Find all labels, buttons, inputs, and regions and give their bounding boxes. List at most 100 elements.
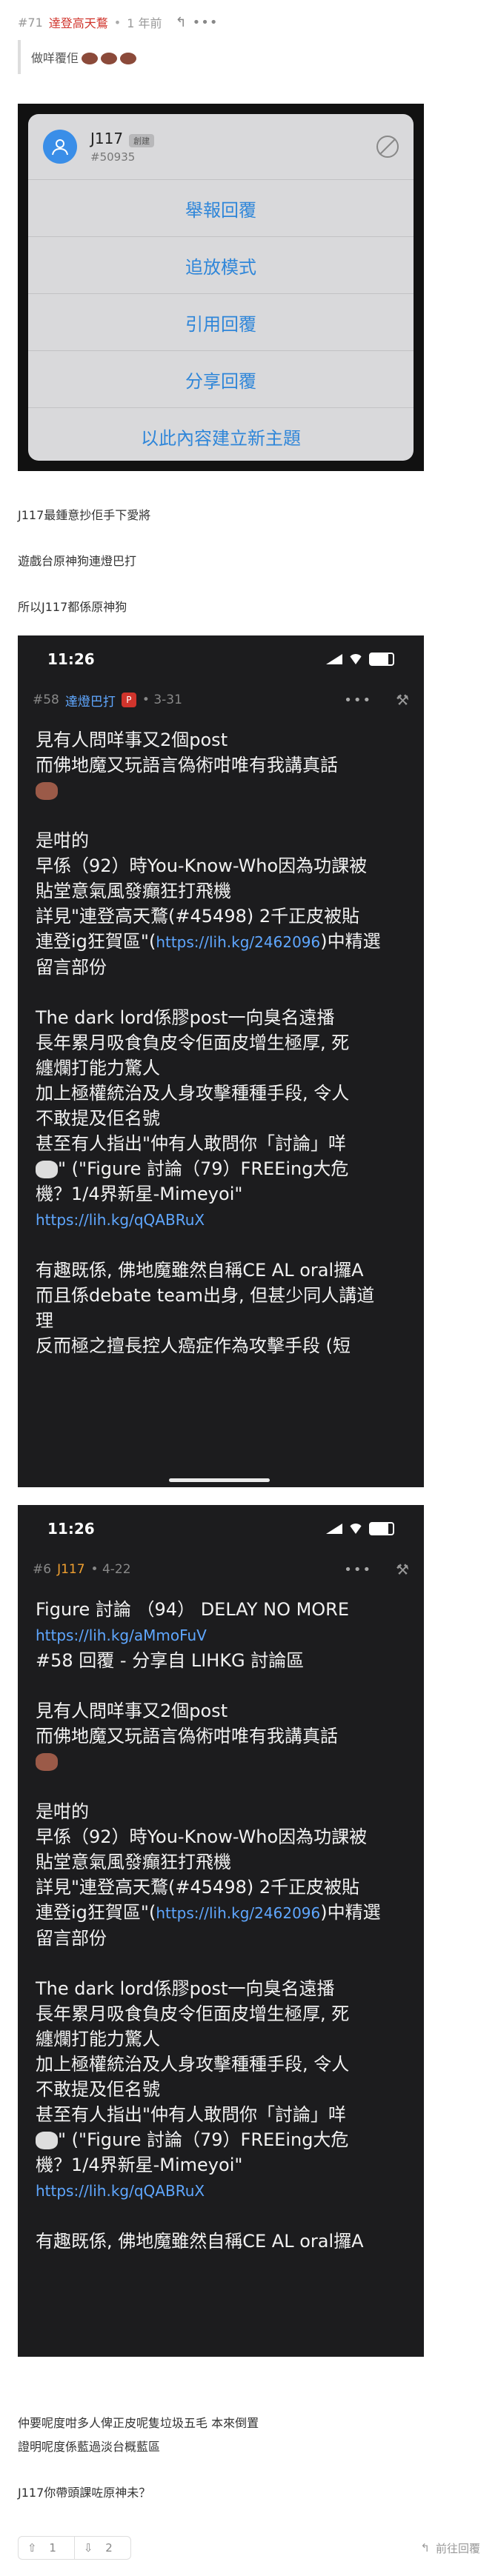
text-line: 所以J117都係原神狗 [18,600,127,614]
body-line: 理 [36,1310,53,1331]
avatar-icon [43,130,77,164]
question-line: J117你帶頭課咗原神未？ [18,2486,151,2500]
action-sheet: J117 創建 #50935 舉報回覆 追放模式 引用回覆 分享回覆 以此內容建立… [28,114,414,461]
menu-share-reply[interactable]: 分享回覆 [28,350,414,407]
post-header: #6 J117 • 4-22 ••• ⚒ [18,1552,424,1586]
post-body: Figure 討論 （94） DELAY NO MORE https://lih… [18,1586,424,2254]
menu-new-topic[interactable]: 以此內容建立新主題 [28,407,414,461]
body-line: 詳見"連登高天鶩(#45498) 2千正皮被貼 [36,906,360,927]
quote-text: 做咩覆佢 [31,51,79,65]
vote-group: ⇧ 1 ⇩ 2 [18,2536,131,2560]
body-line: 留言部份 [36,957,107,978]
body-line: 見有人問咩事又2個post [36,730,228,750]
body-line: 貼堂意氣風發癲狂打飛機 [36,1852,231,1872]
battery-icon [369,1522,394,1535]
post-header: #58 達燈巴打 P • 3-31 ••• ⚒ [18,683,424,717]
more-icon: ••• [344,1561,373,1578]
body-line: 機？1/4界新星-Mimeyoi" [36,1184,243,1204]
post-body: 見有人問咩事又2個post 而佛地魔又玩語言偽術咁唯有我講真話 是咁的 早係（9… [18,717,424,1358]
body-line: 加上極權統治及人身攻擊種種手段, 令人 [36,2054,350,2075]
more-icon: ••• [344,692,373,708]
bear-emoji-icon [82,53,99,64]
menu-follow-mode[interactable]: 追放模式 [28,236,414,293]
tool-icon: ⚒ [396,691,409,709]
author-badge: P [121,693,136,707]
user-id: #50935 [90,150,136,164]
wifi-icon [348,1524,363,1534]
unicorn-emoji-icon [36,2132,58,2149]
downvote-button[interactable]: ⇩ 2 [73,2537,130,2559]
author-name[interactable]: 達登高天鶩 [49,13,108,31]
body-line: 是咁的 [36,830,89,851]
title-link: https://lih.kg/aMmoFuV [36,1626,207,1644]
menu-quote-reply[interactable]: 引用回覆 [28,293,414,350]
post-number: #58 [33,693,59,707]
goto-reply-label: 前往回覆 [435,2541,480,2555]
user-badge: 創建 [129,133,155,147]
bear-emoji-icon [101,53,118,64]
body-line: 纏爛打能力驚人 [36,1058,160,1078]
user-header: J117 創建 #50935 [28,114,414,179]
body-line: 詳見"連登高天鶩(#45498) 2千正皮被貼 [36,1877,360,1898]
status-bar: 11:26 [18,635,424,683]
text-line: 遊戲台原神狗連燈巴打 [18,554,137,568]
bear-emoji-icon [120,53,137,64]
author-name: 達燈巴打 [64,694,116,710]
more-icon[interactable]: ••• [193,15,219,30]
body-line: 加上極權統治及人身攻擊種種手段, 令人 [36,1083,350,1104]
reply-line: #58 回覆 - 分享自 LIHKG 討論區 [36,1650,305,1671]
body-line: 見有人問咩事又2個post [36,1701,228,1721]
body-line: 長年累月吸食負皮令佢面皮增生極厚, 死 [36,1032,350,1053]
post-number: #71 [18,15,43,30]
menu-screenshot: J117 創建 #50935 舉報回覆 追放模式 引用回覆 分享回覆 以此內容建立… [18,104,424,471]
menu-report-reply[interactable]: 舉報回覆 [28,179,414,236]
post-time: 1 年前 [127,16,162,30]
body-line: The dark lord係膠post一向臭名遠播 [36,1007,335,1028]
text-line: 證明呢度係藍過淡台概藍區 [18,2440,161,2454]
body-line: 而佛地魔又玩語言偽術咁唯有我講真話 [36,755,338,775]
body-line: 纏爛打能力驚人 [36,2029,160,2049]
post-number: #6 [33,1562,52,1577]
body-line: 不敢提及佢名號 [36,2079,160,2100]
ref-link: https://lih.kg/2462096 [156,933,321,951]
cow-emoji-icon [36,782,58,800]
post-date: • 3-31 [142,693,182,707]
username: J117 [90,130,124,147]
post-header: #71 達登高天鶩 • 1 年前 ↰ ••• [18,9,218,36]
body-line: 甚至有人指出"仲有人敢問你「討論」咩 [36,2104,347,2125]
body-line: 長年累月吸食負皮令佢面皮增生極厚, 死 [36,2003,350,2024]
body-line: 留言部份 [36,1928,107,1949]
signal-icon [326,654,342,664]
cow-emoji-icon [36,1753,58,1771]
tool-icon: ⚒ [396,1561,409,1578]
body-line: 而且係debate team出身, 但甚少同人講道 [36,1285,375,1306]
post-footer: ⇧ 1 ⇩ 2 ↰ 前往回覆 [18,2533,480,2563]
body-line: 早係（92）時You-Know-Who因為功課被 [36,1826,368,1847]
body-line: 反而極之擅長控人癌症作為攻擊手段 (短 [36,1335,351,1356]
body-line: 早係（92）時You-Know-Who因為功課被 [36,855,368,876]
upvote-button[interactable]: ⇧ 1 [19,2537,74,2559]
body-line: 機？1/4界新星-Mimeyoi" [36,2155,243,2175]
unicorn-emoji-icon [36,1161,58,1178]
post-date: • 4-22 [90,1562,131,1577]
fig-link: https://lih.kg/qQABRuX [36,2182,205,2200]
separator: • [113,15,122,30]
body-line: 不敢提及佢名號 [36,1108,160,1129]
status-time: 11:26 [47,650,95,668]
screenshot-post-6: 11:26 #6 J117 • 4-22 ••• ⚒ Figure 討論 （94… [18,1505,424,2357]
screenshot-post-58: 11:26 #58 達燈巴打 P • 3-31 ••• ⚒ 見有人問咩事又2個p… [18,635,424,1487]
block-icon[interactable] [376,136,399,158]
ref-link: https://lih.kg/2462096 [156,1904,321,1922]
body-line: The dark lord係膠post一向臭名遠播 [36,1978,335,1999]
reply-arrow-icon: ↰ [420,2541,430,2555]
body-line: 而佛地魔又玩語言偽術咁唯有我講真話 [36,1726,338,1746]
signal-icon [326,1524,342,1534]
body-line: 有趣既係, 佛地魔雖然自稱CE AL oral攞A [36,1260,364,1281]
battery-icon [369,653,394,666]
author-name: J117 [57,1562,85,1577]
body-line: 是咁的 [36,1801,89,1822]
goto-reply-button[interactable]: ↰ 前往回覆 [420,2540,480,2556]
reply-icon[interactable]: ↰ [176,15,187,30]
fig-link: https://lih.kg/qQABRuX [36,1211,205,1229]
wifi-icon [348,654,363,664]
